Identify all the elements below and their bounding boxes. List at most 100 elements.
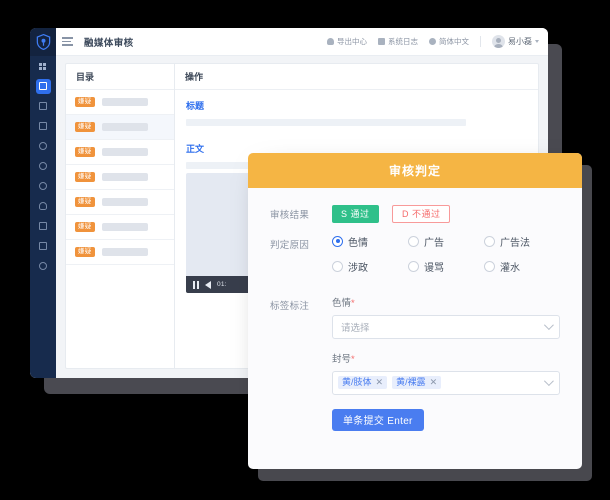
message-icon [39,102,47,110]
video-time: 01: [217,281,227,288]
table-row[interactable]: 嫌疑 [66,215,174,240]
book-icon [39,242,47,250]
close-icon[interactable]: ✕ [376,378,384,387]
target-icon [39,182,47,190]
table-row[interactable]: 嫌疑 [66,115,174,140]
radio-dot [332,235,343,247]
lock-icon [39,222,47,230]
reason-radio-group: 色情 广告 广告法 涉政 谩骂 灌水 [332,234,560,284]
status-badge: 嫌疑 [75,146,95,158]
tag-label: 黄/裸露 [396,377,426,387]
user-name-label: 易小磊 [508,37,532,46]
radio-reason-adlaw[interactable]: 广告法 [483,234,560,249]
pie-chart-icon [39,162,47,170]
radio-label: 灌水 [499,262,520,274]
required-mark: * [351,353,355,365]
radio-reason-politics[interactable]: 涉政 [332,259,408,274]
field-review-result: 审核结果 S 通过 D 不通过 [270,204,560,223]
table-row[interactable]: 嫌疑 [66,165,174,190]
radio-label: 广告 [423,237,444,249]
sidebar-item-target[interactable] [30,176,56,196]
category-select[interactable]: 请选择 [332,314,560,339]
globe-icon [429,38,436,45]
sidebar-item-archive[interactable] [30,116,56,136]
status-badge: 嫌疑 [75,196,95,208]
sublabel-ban: 封号* [332,351,560,365]
hamburger-icon[interactable] [62,37,84,46]
export-center-label: 导出中心 [337,37,367,46]
table-row[interactable]: 嫌疑 [66,190,174,215]
language-label: 简体中文 [439,37,469,46]
radio-dot [407,235,419,247]
column-header-directory: 目录 [66,64,174,90]
system-log-button[interactable]: 系统日志 [378,36,418,47]
table-row[interactable]: 嫌疑 [66,140,174,165]
row-placeholder [101,98,148,106]
tag-chip[interactable]: 黄/肢体 ✕ [338,376,388,389]
title-placeholder [186,119,466,126]
sidebar-item-lock[interactable] [30,216,56,236]
export-center-button[interactable]: 导出中心 [327,36,367,47]
pass-button[interactable]: S 通过 [332,204,379,223]
sidebar-item-chart[interactable] [30,156,56,176]
document-icon [378,38,385,45]
radio-label: 涉政 [348,262,368,274]
shield-logo-icon [30,28,56,56]
sidebar-item-clock[interactable] [30,136,56,156]
sidebar-item-settings[interactable] [30,256,56,276]
status-badge: 嫌疑 [75,121,95,133]
close-icon[interactable]: ✕ [430,378,438,387]
radio-reason-porn[interactable]: 色情 [332,234,408,249]
status-badge: 嫌疑 [75,96,95,108]
language-switcher[interactable]: 简体中文 [429,36,469,47]
archive-icon [39,122,47,130]
chevron-down-icon [543,320,554,331]
row-placeholder [101,173,148,181]
row-placeholder [101,223,148,231]
radio-reason-ad[interactable]: 广告 [407,234,484,249]
sidebar-item-book[interactable] [30,236,56,256]
cloud-upload-icon [327,38,334,45]
radio-dot [483,235,495,247]
sublabel-category: 色情* [332,295,560,309]
field-reason: 判定原因 色情 广告 广告法 涉政 谩骂 灌水 [270,234,560,284]
pause-icon[interactable] [193,280,199,289]
ban-tag-select[interactable]: 黄/肢体 ✕ 黄/裸露 ✕ [332,370,560,395]
review-icon [35,78,51,94]
dialog-body: 审核结果 S 通过 D 不通过 判定原因 色情 广告 广告法 涉政 谩骂 灌水 … [248,188,582,431]
chevron-down-icon [535,40,539,43]
gear-icon [39,262,47,270]
sidebar-item-user[interactable] [30,196,56,216]
submit-button[interactable]: 单条提交 Enter [332,408,424,431]
radio-reason-spam[interactable]: 灌水 [483,259,560,274]
sublabel-category-text: 色情 [332,297,352,309]
table-row[interactable]: 嫌疑 [66,90,174,115]
status-badge: 嫌疑 [75,246,95,258]
review-decision-dialog: 审核判定 审核结果 S 通过 D 不通过 判定原因 色情 广告 广告法 涉政 谩… [248,153,582,469]
sidebar-item-review[interactable] [30,76,56,96]
label-tagging: 标签标注 [270,300,310,312]
row-placeholder [101,148,148,156]
table-row[interactable]: 嫌疑 [66,240,174,265]
sidebar-item-grid[interactable] [30,56,56,76]
field-tagging: 标签标注 色情* 请选择 封号* 黄/肢体 ✕ 黄/裸露 ✕ 单条提交 Ente… [270,295,560,431]
row-placeholder [101,123,148,131]
user-menu[interactable]: 易小磊 [492,35,539,48]
label-reason: 判定原因 [270,239,310,251]
radio-dot [407,260,419,272]
volume-icon[interactable] [205,280,211,289]
sublabel-ban-text: 封号 [332,353,352,365]
row-placeholder [101,198,148,206]
radio-label: 色情 [348,237,368,249]
system-log-label: 系统日志 [388,37,418,46]
fail-button[interactable]: D 不通过 [391,204,451,223]
tag-chip[interactable]: 黄/裸露 ✕ [392,376,442,389]
sidebar-item-message[interactable] [30,96,56,116]
row-placeholder [101,248,148,256]
radio-reason-abuse[interactable]: 谩骂 [407,259,484,274]
divider [480,36,481,47]
radio-label: 谩骂 [423,262,444,274]
radio-label: 广告法 [499,237,530,249]
radio-dot [483,260,495,272]
radio-dot [332,260,343,272]
